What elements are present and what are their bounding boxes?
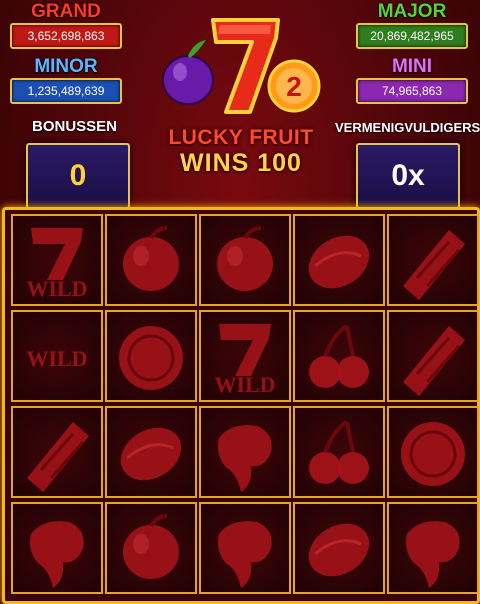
reel-cell (105, 310, 197, 402)
watermelon-symbol-icon (27, 422, 89, 492)
grand-jackpot-label: GRAND (31, 1, 101, 22)
reel-cell (293, 214, 385, 306)
reel-cell: WILD (11, 310, 103, 402)
lemon-symbol-icon (308, 523, 370, 577)
orange-symbol-icon (119, 326, 183, 390)
plum-symbol-icon (123, 226, 179, 291)
major-jackpot-label: MAJOR (377, 1, 447, 22)
grape-symbol-icon (218, 521, 272, 588)
reel-cell: WILD (199, 310, 291, 402)
svg-text:2: 2 (286, 71, 302, 102)
major-jackpot: MAJOR 20,869,482,965 (356, 2, 468, 49)
reel-cell (105, 502, 197, 594)
svg-text:WILD: WILD (214, 372, 275, 397)
reel-cell (199, 214, 291, 306)
grand-jackpot: GRAND 3,652,698,863 (10, 2, 122, 49)
wild-text-symbol-icon: WILD (26, 346, 87, 371)
reel-cell (293, 406, 385, 498)
reel-cell (199, 406, 291, 498)
watermelon-symbol-icon (403, 230, 465, 300)
grand-jackpot-value: 3,652,698,863 (10, 23, 122, 49)
minor-jackpot: MINOR 1,235,489,639 (10, 57, 122, 104)
game-logo: 2 LUCKY FRUIT WINS 100 (158, 12, 324, 182)
grape-symbol-icon (406, 521, 460, 588)
wild-seven-symbol-icon: WILD (214, 324, 276, 397)
bonus-counter: 0 (26, 143, 130, 209)
reel-cell (11, 502, 103, 594)
bonus-label: BONUSSEN (32, 118, 118, 135)
reel-cell (293, 502, 385, 594)
watermelon-symbol-icon (403, 326, 465, 396)
lemon-symbol-icon (308, 235, 370, 289)
mini-jackpot-label: MINI (391, 56, 433, 77)
multiplier-counter: 0x (356, 143, 460, 209)
lucky-seven-logo-icon: 2 (162, 18, 321, 114)
reel-cell (387, 406, 479, 498)
multiplier-label: VERMENIGVULDIGERS (335, 120, 480, 135)
reel-cell (387, 502, 479, 594)
reel-cell (105, 214, 197, 306)
reel-cell (293, 310, 385, 402)
mini-jackpot-value: 74,965,863 (356, 78, 468, 104)
minor-jackpot-value: 1,235,489,639 (10, 78, 122, 104)
orange-symbol-icon (401, 422, 465, 486)
reel-grid[interactable]: WILD WILD WILD (2, 207, 480, 604)
plum-symbol-icon (217, 226, 273, 291)
mini-jackpot: MINI 74,965,863 (356, 57, 468, 104)
reel-cell (199, 502, 291, 594)
cherry-symbol-icon (309, 420, 369, 484)
wild-seven-symbol-icon: WILD (26, 228, 88, 301)
logo-title-line2: WINS 100 (180, 149, 302, 177)
grape-symbol-icon (30, 521, 84, 588)
major-jackpot-value: 20,869,482,965 (356, 23, 468, 49)
lemon-symbol-icon (120, 427, 182, 481)
minor-jackpot-label: MINOR (34, 56, 98, 77)
reel-cell: WILD (11, 214, 103, 306)
reel-cell (11, 406, 103, 498)
cherry-symbol-icon (309, 324, 369, 388)
reel-cell (387, 214, 479, 306)
reel-cell (105, 406, 197, 498)
plum-symbol-icon (123, 514, 179, 579)
svg-text:WILD: WILD (26, 346, 87, 371)
svg-text:WILD: WILD (26, 276, 87, 301)
grape-symbol-icon (218, 425, 272, 492)
reel-cell (387, 310, 479, 402)
logo-title-line1: LUCKY FRUIT (168, 126, 314, 149)
